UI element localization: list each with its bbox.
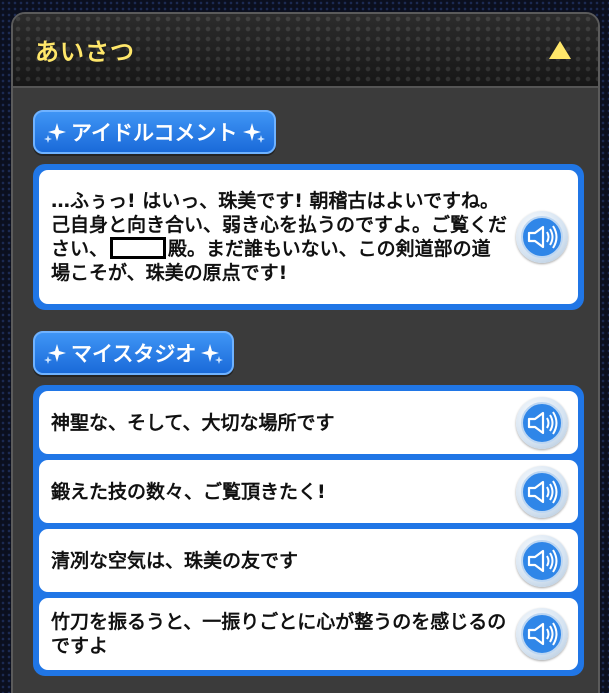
speaker-voice-icon [521, 216, 563, 258]
section-title-my-studio: マイスタジオ [33, 331, 235, 375]
speaker-voice-icon [521, 401, 563, 444]
idol-comment-card: …ふぅっ! はいっ、珠美です! 朝稽古はよいですね。己自身と向き合い、弱き心を払… [39, 170, 578, 304]
studio-line-text: 鍛えた技の数々、ご覧頂きたく! [51, 480, 326, 503]
section-title-text: アイドルコメント [71, 121, 238, 145]
voice-play-button[interactable] [516, 396, 568, 449]
section-title-idol-comment: アイドルコメント [33, 110, 276, 154]
speaker-voice-icon [521, 613, 563, 655]
list-item: 竹刀を振るうと、一振りごとに心が整うのを感じるのですよ [39, 598, 578, 670]
speaker-voice-icon [521, 539, 563, 582]
greeting-panel: あいさつ アイドルコメント …ふぅっ! はいっ、珠美です! 朝稽古はよいですね。… [11, 12, 600, 693]
list-item: 神聖な、そして、大切な場所です [39, 391, 578, 454]
sparkle-star-icon [44, 123, 66, 143]
producer-name-box [110, 237, 167, 259]
sparkle-star-icon [44, 344, 66, 364]
voice-play-button[interactable] [516, 534, 568, 587]
studio-line-text: 神聖な、そして、大切な場所です [51, 411, 335, 434]
panel-header[interactable]: あいさつ [13, 14, 598, 88]
sparkle-star-icon [242, 123, 265, 143]
voice-play-button[interactable] [516, 211, 568, 263]
speaker-voice-icon [521, 470, 563, 513]
voice-play-button[interactable] [516, 465, 568, 518]
section-title-text: マイスタジオ [71, 342, 197, 366]
sparkle-star-icon [201, 344, 224, 364]
idol-comment-box: …ふぅっ! はいっ、珠美です! 朝稽古はよいですね。己自身と向き合い、弱き心を払… [33, 164, 584, 310]
voice-play-button[interactable] [516, 608, 568, 660]
list-item: 鍛えた技の数々、ご覧頂きたく! [39, 460, 578, 523]
triangle-up-icon[interactable] [548, 40, 572, 60]
idol-comment-text: …ふぅっ! はいっ、珠美です! 朝稽古はよいですね。己自身と向き合い、弱き心を払… [51, 189, 508, 285]
my-studio-box: 神聖な、そして、大切な場所です 鍛えた技の数々、ご覧頂きたく! 清冽な空気は、珠… [33, 385, 584, 676]
panel-title: あいさつ [35, 38, 135, 66]
list-item: 清冽な空気は、珠美の友です [39, 529, 578, 592]
studio-line-text: 竹刀を振るうと、一振りごとに心が整うのを感じるのですよ [51, 611, 507, 657]
studio-line-text: 清冽な空気は、珠美の友です [51, 549, 299, 572]
